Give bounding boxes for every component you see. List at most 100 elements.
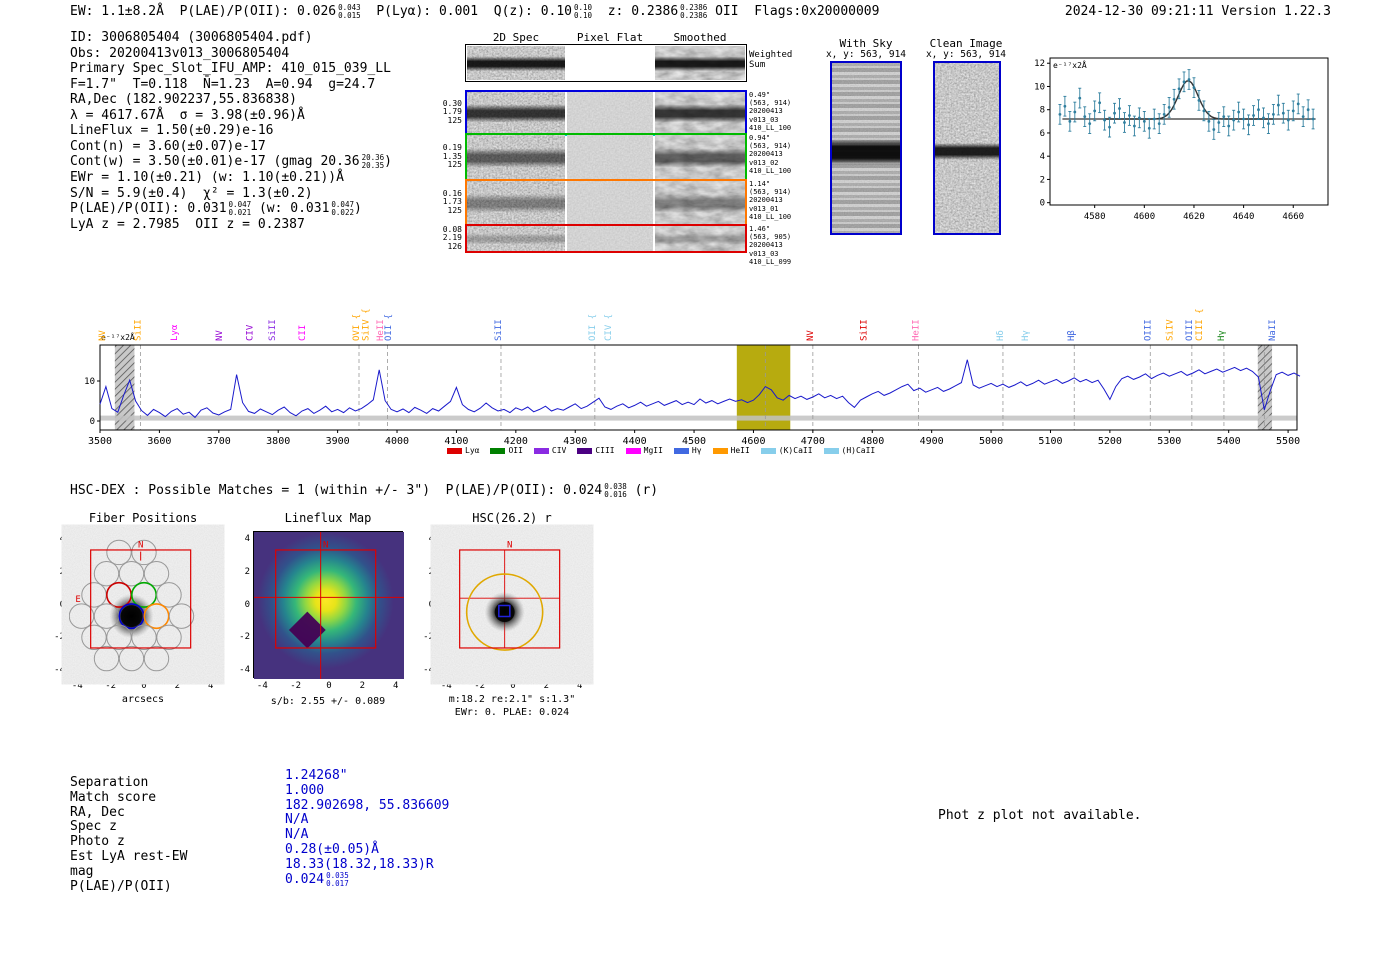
source-core [121,605,143,627]
spec2d-cell [467,181,565,224]
x-tick-label: 5000 [979,436,1003,447]
signal-streak [467,92,565,133]
fiber-row-meta: 0.94"(563, 914)20200413v013_02410_LL_100 [749,134,791,175]
data-point [1262,116,1265,119]
emission-line-label: OIII [1185,319,1195,341]
spec2d-col-title: 2D Spec [471,31,561,44]
info-line: P(LAE)/P(OII): 0.0310.0470.021 (w: 0.031… [70,201,392,217]
emission-line-label: OII { [384,314,394,341]
x-tick-label: 3900 [326,436,350,447]
text-segment: ID: 3006805404 (3006805404.pdf) [70,30,313,46]
x-tick-label: 4100 [444,436,468,447]
noise-texture [567,92,653,133]
text-segment: Obs: 20200413v013_3006805404 [70,46,289,62]
emission-line-label: SiII [268,319,278,341]
fiber-circle [157,625,181,649]
meta-line: (563, 914) [749,188,791,196]
data-point [1108,126,1111,129]
weight-line: 125 [420,161,462,170]
y-tick-label: 2 [230,567,250,577]
text-segment: RA,Dec (182.902237,55.836838) [70,92,297,108]
text-segment: λ = 4617.67Å σ = 3.98(±0.96)Å [70,108,305,124]
x-tick-label: 4300 [563,436,587,447]
info-line: Cont(w) = 3.50(±0.01)e-17 (gmag 20.3620.… [70,154,392,170]
hsc-cutout-title: HSC(26.2) r [437,511,587,525]
fiber-circle [82,625,106,649]
data-point [1247,123,1250,126]
stack-bottom: 0.2386 [680,12,707,20]
with-sky-image [830,61,902,235]
x-tick-label: 4600 [741,436,765,447]
text-segment: P(Lyα): 0.001 Q(z): 0.10 [361,4,572,20]
match-field-value: 0.0240.0350.017 [285,872,349,888]
data-point [1272,113,1275,116]
y-tick-label: 0 [1040,199,1045,209]
info-line: RA,Dec (182.902237,55.836838) [70,92,392,108]
compass-north-label: N [138,541,143,551]
x-tick-label: 2 [352,681,372,691]
stacked-fraction: 20.3620.35 [362,154,385,170]
data-point [1227,125,1230,128]
spec2d-cell [567,181,653,224]
info-line: LineFlux = 1.50(±0.29)e-16 [70,123,392,139]
match-field-label: Est LyA rest-EW [70,849,187,864]
x-tick-label: 3800 [266,436,290,447]
data-point [1212,128,1215,131]
data-point [1068,120,1071,123]
stack-bottom: 0.022 [331,209,354,217]
emission-line-label: SiIV [1165,319,1175,341]
y-tick-label: -2 [45,632,65,642]
data-point [1078,97,1081,100]
spec2d-cell [655,46,745,80]
y-tick-label: 0 [414,600,434,610]
data-point [1173,98,1176,101]
x-tick-label: 4620 [1183,212,1205,222]
stacked-fraction: 0.0350.017 [326,872,349,888]
data-point [1193,86,1196,89]
weighted-sum-line: Sum [749,60,792,70]
fiber-positions-title: Fiber Positions [68,511,218,525]
emission-line-label: Hγ [1021,330,1031,341]
y-tick-label: 8 [1040,106,1045,116]
data-point [1282,112,1285,115]
data-point [1277,104,1280,107]
meta-line: v013_03 [749,116,791,124]
data-point [1113,112,1116,115]
y-tick-label: -2 [230,632,250,642]
match-field-value: 1.24268" [285,768,348,783]
spec2d-cell [655,92,745,133]
info-line: Primary Spec_Slot_IFU_AMP: 410_015_039_L… [70,61,392,77]
y-tick-label: 6 [1040,129,1045,139]
text-segment: Cont(n) = 3.60(±0.07)e-17 [70,139,266,155]
info-line: Obs: 20200413v013_3006805404 [70,46,392,62]
emission-line-label: NV [806,330,816,341]
x-tick-label: 5400 [1217,436,1241,447]
signal-streak [655,226,745,251]
fiber-row-weights: 0.082.19126 [420,226,462,252]
hsc-cutout-canvas: N [438,532,588,679]
info-line: LyA z = 2.7985 OII z = 0.2387 [70,217,392,233]
y-tick-label: 4 [45,534,65,544]
x-tick-label: 4700 [801,436,825,447]
data-point [1083,115,1086,118]
stacked-fraction: 0.23860.2386 [680,4,707,20]
hsc-caption-2: EWr: 0. PLAE: 0.024 [427,707,597,718]
fiber-row-meta: 1.14"(563, 914)20200413v013_01410_LL_100 [749,180,791,221]
data-point [1088,122,1091,125]
match-field-value: N/A [285,812,308,827]
x-tick-label: 5300 [1157,436,1181,447]
x-tick-label: 3600 [147,436,171,447]
fiber-circle [157,583,181,607]
data-point [1222,115,1225,118]
noise-texture [567,226,653,251]
noise-texture [567,181,653,224]
meta-line: 410_LL_100 [749,167,791,175]
meta-line: 20200413 [749,241,791,249]
x-tick-label: 4 [201,681,221,691]
data-point [1257,108,1260,111]
fiber-row-weights: 0.161.73125 [420,190,462,216]
x-tick-label: 4580 [1084,212,1106,222]
spec2d-col-title: Pixel Flat [565,31,655,44]
noise-texture [567,135,653,179]
text-segment: EW: 1.1±8.2Å P(LAE)/P(OII): 0.026 [70,4,336,20]
